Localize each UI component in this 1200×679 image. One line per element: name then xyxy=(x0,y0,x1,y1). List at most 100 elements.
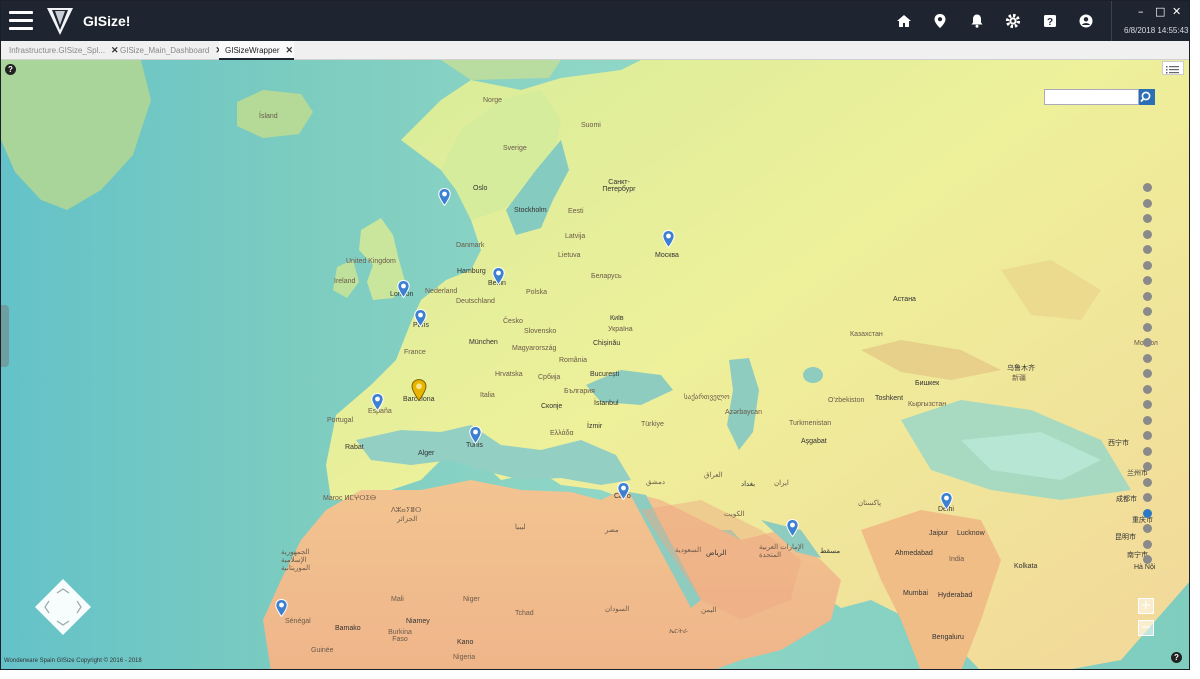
map-label: Turkmenistan xyxy=(789,420,832,427)
map-marker-oslo[interactable] xyxy=(438,187,451,207)
map-label: Guinée xyxy=(311,647,334,654)
zoom-level-dot[interactable] xyxy=(1143,415,1152,425)
help-icon[interactable]: ? xyxy=(1041,12,1059,30)
help-icon[interactable]: ? xyxy=(1171,652,1182,663)
tab-main-dashboard[interactable]: GISize_Main_Dashboard✕ xyxy=(114,41,223,60)
close-button[interactable]: ✕ xyxy=(1172,5,1181,18)
user-icon[interactable] xyxy=(1077,12,1095,30)
map-label: Česko xyxy=(503,318,523,325)
map-marker-moskva[interactable] xyxy=(662,229,675,249)
map-label: اليمن xyxy=(701,607,717,614)
maximize-button[interactable]: □ xyxy=(1155,5,1165,18)
location-pin-icon[interactable] xyxy=(931,12,949,30)
zoom-level-dot[interactable] xyxy=(1143,229,1152,239)
map-marker-barcelona-selected[interactable] xyxy=(411,379,427,402)
tab-close-icon[interactable]: ✕ xyxy=(286,41,294,60)
zoom-level-dot[interactable] xyxy=(1143,493,1152,502)
map-label: الجزائر xyxy=(397,516,418,523)
map-label: Mali xyxy=(391,596,404,603)
zoom-level-dot[interactable] xyxy=(1143,260,1152,270)
zoom-level-dot[interactable] xyxy=(1143,245,1152,254)
map-label: ایران xyxy=(774,480,789,487)
zoom-level-dot[interactable] xyxy=(1143,369,1152,378)
map-search-input[interactable] xyxy=(1044,89,1139,105)
tab-label: GISizeWrapper xyxy=(225,46,280,55)
zoom-level-dot[interactable] xyxy=(1143,446,1152,456)
app-window: GISize! ? – □ ✕ 6/8/2018 14:55:43 Infras… xyxy=(0,0,1190,670)
map-label: İzmir xyxy=(587,423,603,430)
map-label: Nigeria xyxy=(453,654,476,661)
zoom-level-dot[interactable] xyxy=(1143,214,1152,223)
map-label: Slovensko xyxy=(524,328,557,335)
map-label: ليبيا xyxy=(515,524,526,531)
map-label: Rabat xyxy=(345,444,364,451)
bell-icon[interactable] xyxy=(968,12,986,30)
tab-infrastructure[interactable]: Infrastructure.GISize_Spl... ✕ xyxy=(3,41,119,60)
hamburger-menu-icon[interactable] xyxy=(9,11,33,31)
map-marker-berlin[interactable] xyxy=(492,266,505,286)
help-icon[interactable]: ? xyxy=(5,64,16,75)
map-label: România xyxy=(559,357,588,364)
gear-icon[interactable] xyxy=(1004,12,1022,30)
zoom-level-dot[interactable] xyxy=(1143,183,1152,192)
zoom-level-dot[interactable] xyxy=(1143,291,1152,301)
zoom-level-dot[interactable] xyxy=(1143,477,1152,487)
zoom-level-dot[interactable] xyxy=(1143,431,1152,440)
zoom-level-dot[interactable] xyxy=(1143,322,1152,332)
map-label: Kolkata xyxy=(1014,563,1038,570)
map-label: Italia xyxy=(480,392,495,399)
zoom-out-button[interactable]: − xyxy=(1138,620,1154,636)
zoom-level-dot[interactable] xyxy=(1143,198,1152,208)
map-label: مصر xyxy=(605,527,619,534)
map-label: 新疆 xyxy=(1012,375,1026,382)
tab-gisize-wrapper[interactable]: GISizeWrapper ✕ xyxy=(219,41,294,60)
map-marker-madrid[interactable] xyxy=(371,392,384,412)
map-marker-cairo[interactable] xyxy=(617,481,630,501)
map-marker-dakar[interactable] xyxy=(275,598,288,618)
layers-list-icon[interactable] xyxy=(1162,61,1184,75)
side-panel-handle[interactable] xyxy=(1,305,9,367)
zoom-level-dot[interactable] xyxy=(1143,539,1152,549)
map-label: India xyxy=(949,556,965,563)
map-label: Toshkent xyxy=(875,395,904,402)
map-label: Ελλάδα xyxy=(550,430,574,437)
map-marker-paris[interactable] xyxy=(414,308,427,328)
map-marker-uae[interactable] xyxy=(786,518,799,538)
map-label: Hyderabad xyxy=(938,592,973,599)
map-label: السودان xyxy=(605,606,630,613)
map-label: İstanbul xyxy=(594,400,619,407)
map-label: مسقط xyxy=(820,548,841,555)
map-label: پاکستان xyxy=(858,500,882,507)
svg-text:?: ? xyxy=(1047,17,1053,28)
zoom-level-dot[interactable] xyxy=(1143,338,1152,347)
map-label: Türkiye xyxy=(641,421,664,428)
search-icon[interactable] xyxy=(1139,89,1155,105)
zoom-in-button[interactable]: + xyxy=(1138,598,1154,614)
zoom-level-dot[interactable] xyxy=(1143,400,1152,409)
zoom-level-dot[interactable] xyxy=(1143,524,1152,533)
zoom-level-dot[interactable] xyxy=(1143,508,1152,518)
map-marker-london[interactable] xyxy=(397,279,410,299)
map-label: Jaipur xyxy=(929,530,949,537)
map-marker-delhi[interactable] xyxy=(940,491,953,511)
map-view[interactable]: Ísland Norge Suomi Sverige Oslo Stockhol… xyxy=(1,60,1189,669)
zoom-level-dot[interactable] xyxy=(1143,353,1152,363)
zoom-level-dot[interactable] xyxy=(1143,384,1152,394)
zoom-level-dot[interactable] xyxy=(1143,555,1152,564)
map-label: München xyxy=(469,339,498,346)
map-label: دمشق xyxy=(646,479,665,486)
zoom-level-dot[interactable] xyxy=(1143,307,1152,316)
zoom-level-dot[interactable] xyxy=(1143,462,1152,471)
map-label: Latvija xyxy=(565,233,586,240)
map-marker-tunis[interactable] xyxy=(469,425,482,445)
clock: 6/8/2018 14:55:43 xyxy=(1124,26,1189,35)
map-label: Ísland xyxy=(259,113,278,120)
home-icon[interactable] xyxy=(895,12,913,30)
map-label: Hamburg xyxy=(457,268,486,275)
minimize-button[interactable]: – xyxy=(1138,5,1144,18)
map-label: Sverige xyxy=(503,145,527,152)
map-label: București xyxy=(590,371,620,378)
zoom-level-dot[interactable] xyxy=(1143,276,1152,285)
title-bar: GISize! ? – □ ✕ 6/8/2018 14:55:43 xyxy=(1,1,1189,41)
pan-control[interactable] xyxy=(35,579,91,635)
